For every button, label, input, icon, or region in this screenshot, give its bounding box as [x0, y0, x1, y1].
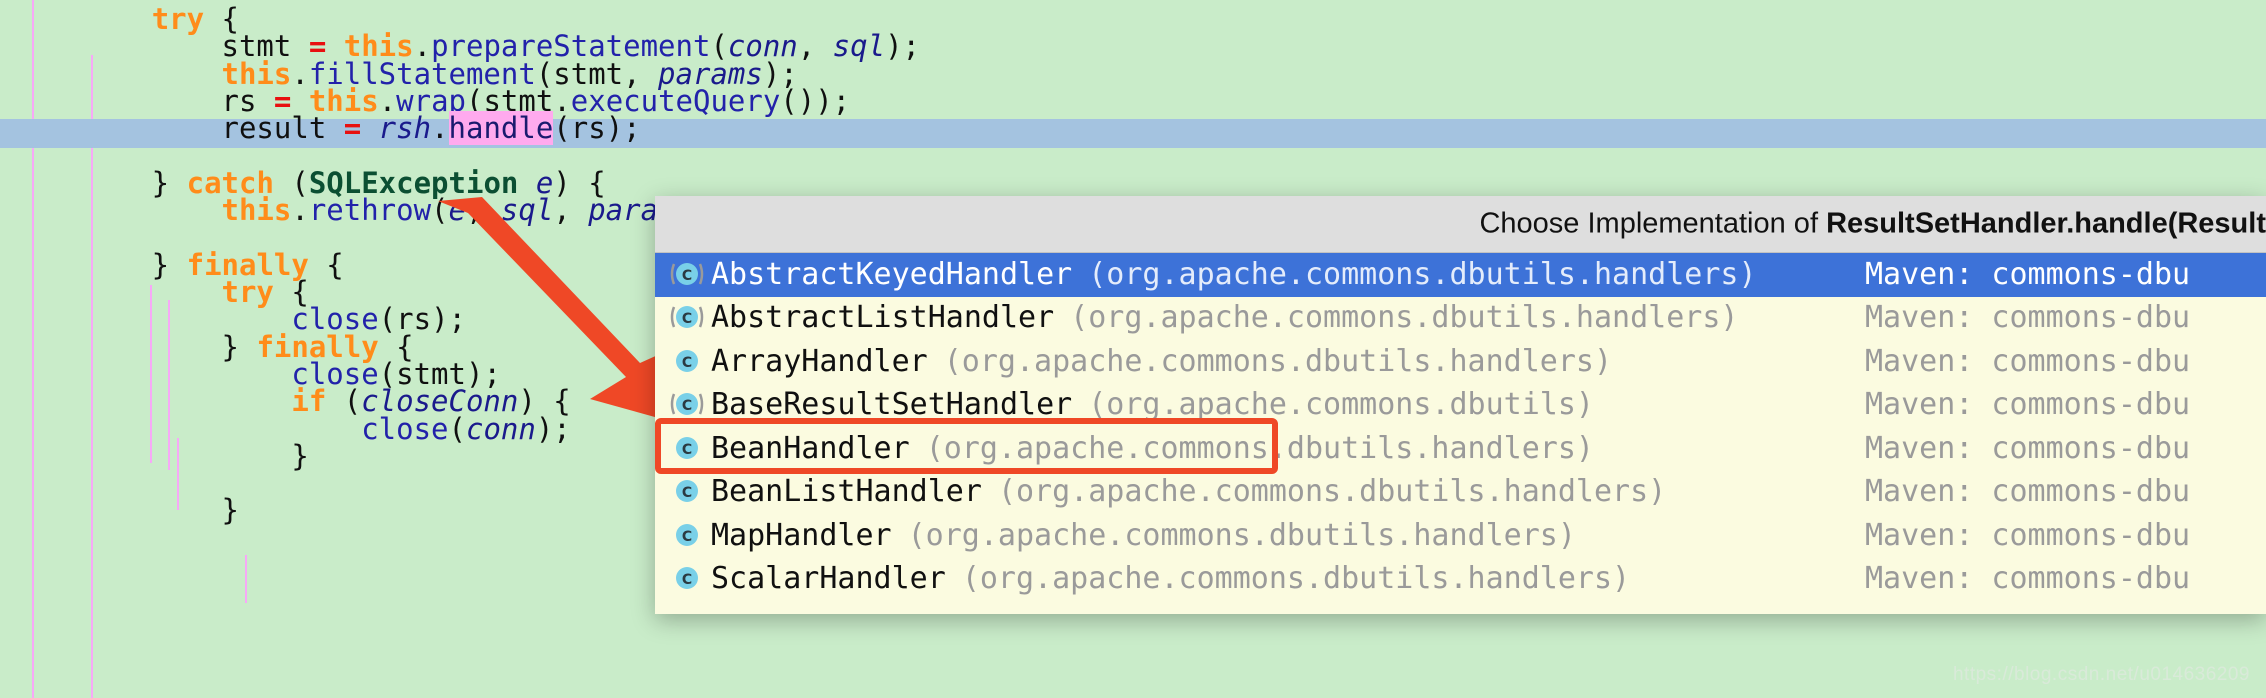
list-item[interactable]: C MapHandler (org.apache.commons.dbutils.h…	[655, 514, 2266, 558]
popup-title-prefix: Choose Implementation of	[1479, 207, 1827, 240]
implementation-maven-source: Maven: commons-dbu	[1865, 561, 2191, 597]
class-icon: C	[669, 518, 705, 554]
svg-text:C: C	[682, 572, 692, 588]
class-abstract-icon: C	[669, 257, 705, 293]
screenshot-root: try { stmt = this.prepareStatement(conn,…	[0, 0, 2266, 698]
implementation-package: (org.apache.commons.dbutils.handlers)	[925, 430, 1594, 466]
implementation-package: (org.apache.commons.dbutils.handlers)	[907, 517, 1576, 553]
implementation-maven-source: Maven: commons-dbu	[1865, 300, 2191, 336]
code-token: ,	[797, 29, 833, 64]
svg-text:C: C	[682, 442, 692, 458]
choose-implementation-popup[interactable]: Choose Implementation of ResultSetHandle…	[655, 196, 2266, 614]
list-item[interactable]: C AbstractListHandler (org.apache.commons.…	[655, 297, 2266, 341]
code-line: }	[0, 496, 239, 525]
implementation-maven-source: Maven: commons-dbu	[1865, 474, 2191, 510]
code-token: rs	[570, 111, 606, 146]
code-token: (	[448, 411, 466, 446]
code-token: rethrow	[308, 193, 432, 228]
implementation-package: (org.apache.commons.dbutils.handlers)	[1070, 300, 1739, 336]
list-item[interactable]: C BaseResultSetHandler (org.apache.commons…	[655, 384, 2266, 428]
list-item[interactable]: C BeanHandler (org.apache.commons.dbutils.…	[655, 427, 2266, 471]
implementation-package: (org.apache.commons.dbutils.handlers)	[997, 474, 1667, 510]
popup-header: Choose Implementation of ResultSetHandle…	[655, 196, 2266, 253]
implementation-class-name: MapHandler	[711, 517, 892, 553]
code-token: .	[291, 193, 309, 228]
implementation-class-name: BeanListHandler	[711, 474, 982, 510]
code-token: ,	[553, 193, 589, 228]
list-item[interactable]: C ScalarHandler (org.apache.commons.dbutil…	[655, 558, 2266, 602]
code-token: sql	[500, 193, 554, 228]
implementation-class-name: AbstractListHandler	[711, 300, 1055, 336]
code-token: result	[221, 111, 344, 146]
implementation-maven-source: Maven: commons-dbu	[1865, 517, 2191, 553]
class-icon: C	[669, 561, 705, 597]
watermark: https://blog.csdn.net/u014636209	[1952, 664, 2250, 685]
code-token: );	[431, 302, 466, 337]
class-abstract-icon: C	[669, 300, 705, 336]
implementation-maven-source: Maven: commons-dbu	[1865, 387, 2191, 423]
code-token: (	[553, 111, 571, 146]
implementation-package: (org.apache.commons.dbutils.handlers)	[961, 561, 1631, 597]
svg-text:C: C	[682, 485, 692, 501]
code-token: (	[431, 193, 449, 228]
implementation-maven-source: Maven: commons-dbu	[1865, 343, 2191, 379]
indent-guide	[245, 555, 247, 603]
implementation-class-name: BaseResultSetHandler	[711, 387, 1073, 423]
code-token: );	[605, 111, 641, 146]
popup-title: Choose Implementation of ResultSetHandle…	[1479, 208, 2266, 241]
code-token: =	[343, 111, 362, 146]
svg-text:C: C	[682, 355, 692, 371]
class-abstract-icon: C	[669, 387, 705, 423]
popup-title-signature: ResultSetHandler.handle(Result	[1826, 207, 2266, 240]
implementation-package: (org.apache.commons.dbutils)	[1088, 387, 1594, 423]
implementation-list[interactable]: C AbstractKeyedHandler (org.apache.commons…	[655, 253, 2266, 601]
implementation-class-name: BeanHandler	[711, 430, 910, 466]
code-token: rsh	[378, 111, 432, 146]
code-token: e	[448, 193, 466, 228]
implementation-maven-source: Maven: commons-dbu	[1865, 256, 2191, 292]
code-token: ());	[780, 83, 851, 118]
code-token: {	[308, 247, 344, 282]
code-line: this.rethrow(e, sql, params);	[0, 196, 728, 225]
list-item[interactable]: C ArrayHandler (org.apache.commons.dbutils…	[655, 340, 2266, 384]
list-item[interactable]: C AbstractKeyedHandler (org.apache.commons…	[655, 253, 2266, 297]
list-item[interactable]: C BeanListHandler (org.apache.commons.dbut…	[655, 471, 2266, 515]
class-icon: C	[669, 344, 705, 380]
code-line: }	[0, 441, 308, 470]
class-icon: C	[669, 431, 705, 467]
svg-text:C: C	[682, 529, 692, 545]
code-token: }	[12, 438, 309, 473]
svg-text:C: C	[682, 398, 692, 414]
code-token: );	[885, 29, 920, 64]
implementation-class-name: AbstractKeyedHandler	[711, 256, 1073, 292]
code-token: handle	[448, 111, 554, 146]
implementation-maven-source: Maven: commons-dbu	[1865, 430, 2191, 466]
class-icon: C	[669, 474, 705, 510]
code-token: }	[12, 493, 239, 528]
implementation-class-name: ArrayHandler	[711, 343, 928, 379]
code-token: );	[535, 411, 571, 446]
code-token: ,	[465, 193, 501, 228]
code-token: this	[221, 193, 292, 228]
code-line: result = rsh.handle(rs);	[0, 111, 641, 146]
svg-text:C: C	[682, 268, 692, 284]
code-token: close	[361, 411, 449, 446]
code-token: conn	[465, 411, 536, 446]
svg-text:C: C	[682, 311, 692, 327]
implementation-class-name: ScalarHandler	[711, 561, 946, 597]
implementation-package: (org.apache.commons.dbutils.handlers)	[943, 343, 1613, 379]
code-token: .	[431, 111, 449, 146]
code-token: sql	[832, 29, 886, 64]
implementation-package: (org.apache.commons.dbutils.handlers)	[1088, 256, 1757, 292]
